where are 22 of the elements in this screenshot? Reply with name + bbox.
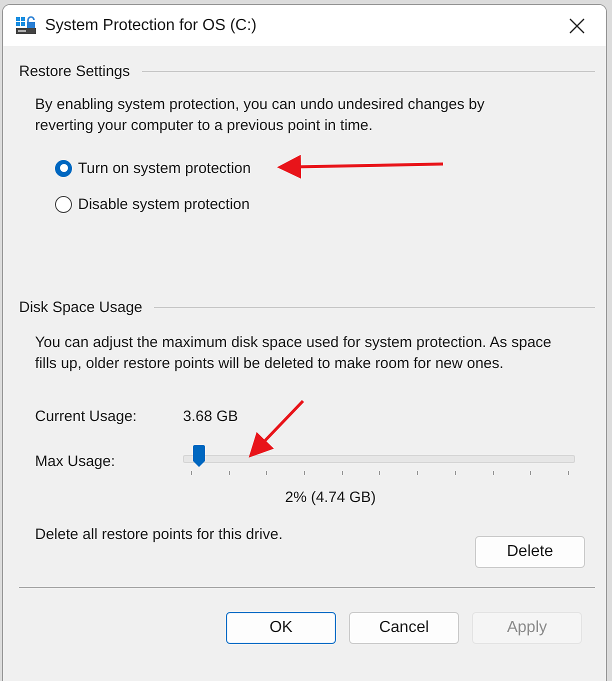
slider-reading: 2% (4.74 GB) bbox=[285, 489, 376, 506]
slider-thumb[interactable] bbox=[192, 445, 206, 467]
delete-button[interactable]: Delete bbox=[475, 536, 585, 568]
description-text: By enabling system protection, you can undo undesired changes by reverting your computer to a previous point in time. bbox=[35, 95, 486, 136]
radio-button[interactable] bbox=[55, 196, 72, 212]
dialog-button[interactable]: Cancel bbox=[349, 612, 459, 644]
usage-label: Max Usage: bbox=[35, 452, 116, 470]
group-heading: Restore Settings bbox=[19, 62, 130, 80]
window-title: System Protection for OS (C:) bbox=[45, 16, 258, 34]
usage-value: 3.68 GB bbox=[183, 408, 238, 425]
slider[interactable] bbox=[183, 445, 575, 477]
drive-shield-icon bbox=[15, 14, 37, 36]
radio-option[interactable]: Disable system protection bbox=[55, 186, 606, 222]
radio-option[interactable]: Turn on system protection bbox=[55, 150, 606, 186]
dialog-button[interactable]: OK bbox=[226, 612, 336, 644]
usage-label: Current Usage: bbox=[35, 408, 138, 425]
group-heading: Disk Space Usage bbox=[19, 298, 142, 316]
close-icon bbox=[569, 18, 585, 34]
radio-button[interactable] bbox=[55, 160, 72, 176]
description-text: You can adjust the maximum disk space used for system protection. As space fills up, older restore points will be deleted to make room for new ones. bbox=[35, 333, 552, 374]
delete-text: Delete all restore points for this drive. bbox=[35, 526, 283, 543]
annotation-arrow bbox=[248, 400, 304, 458]
